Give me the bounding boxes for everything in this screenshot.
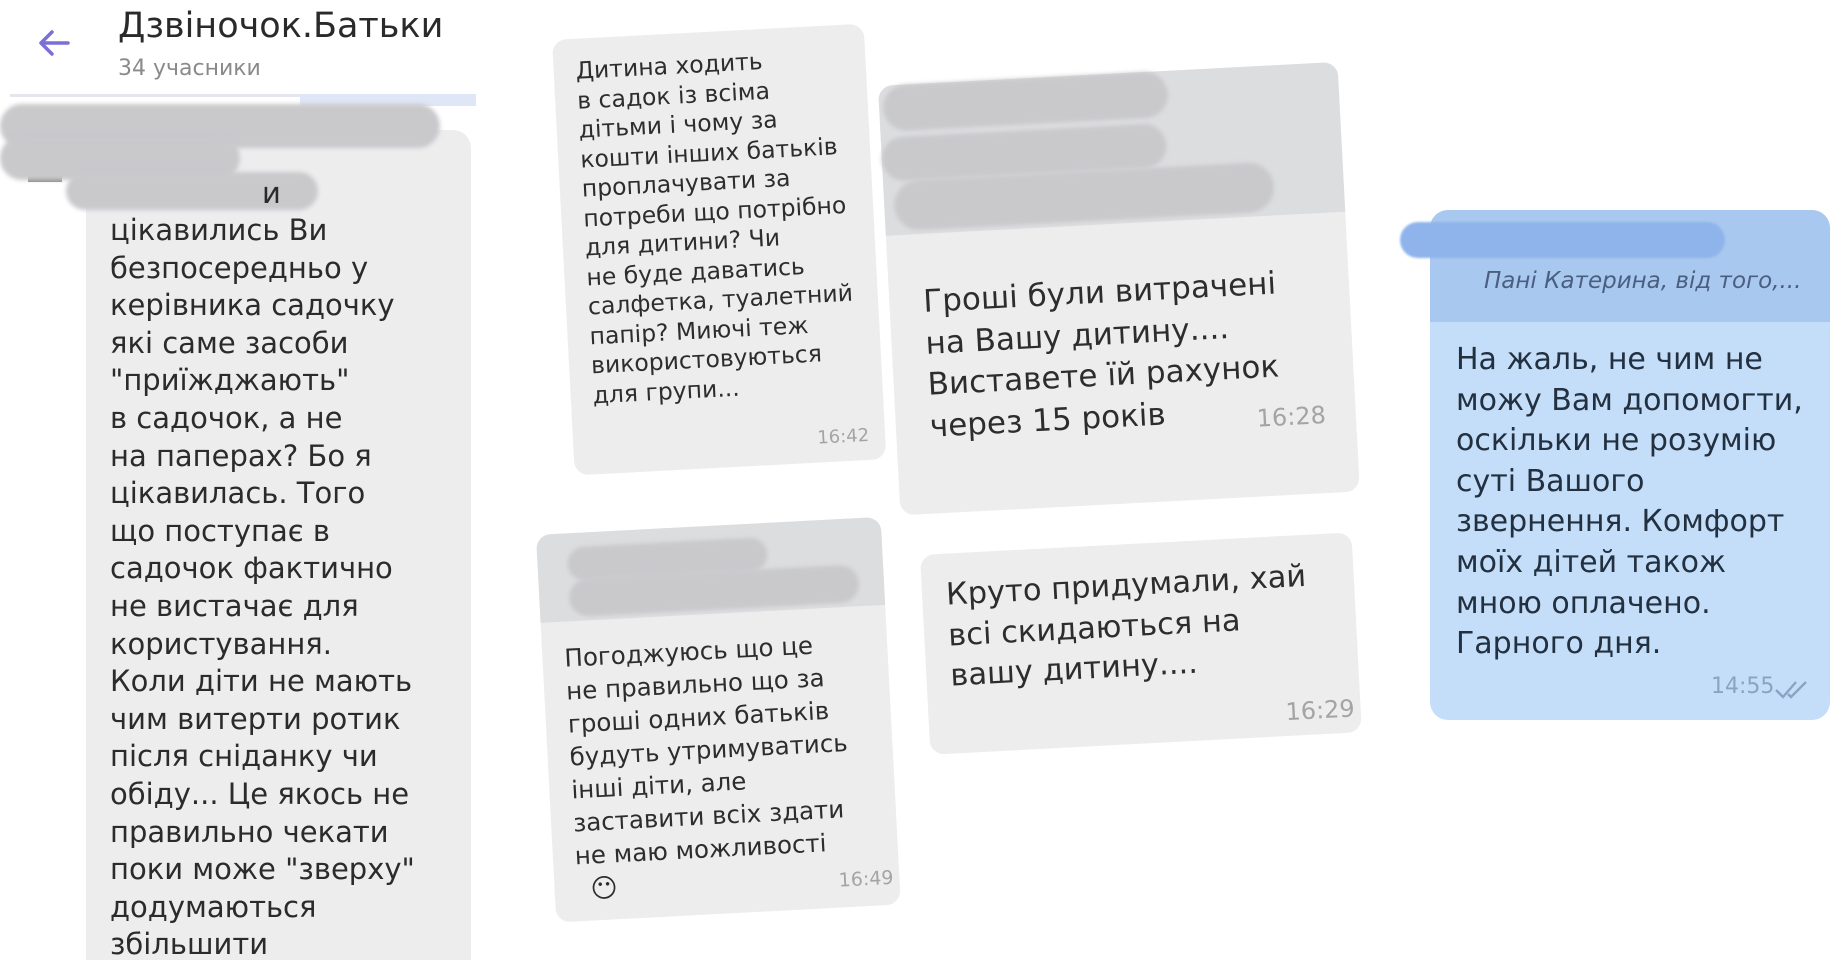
message-text: Погоджуюсь що це не правильно що за грош… [563,630,849,871]
double-check-icon [1775,681,1807,699]
message-time: 14:55 [1711,674,1775,699]
participants-count: 34 учасники [118,56,261,81]
message-time: 16:49 [838,866,895,892]
message-bubble-1628[interactable]: Гроші були витрачені на Вашу дитину.... … [878,61,1360,516]
message-bubble-1642[interactable]: Дитина ходить в садок із всіма дітьми і … [552,23,887,476]
neutral-face-emoji-icon: 😶 [589,873,619,905]
message-text: цікавились Ви безпосередньо у керівника … [110,213,415,960]
redacted-reply-author [1400,222,1725,258]
message-text: Круто придумали, хай всі скидаються на в… [945,558,1307,694]
chat-header: Дзвіночок.Батьки 34 учасники [0,0,480,106]
message-time: 16:42 [816,424,870,449]
message-time: 16:28 [1256,401,1327,433]
message-text-fragment: и [262,176,281,210]
reply-preview-text: Пані Катерина, від того,... [1484,268,1802,294]
message-bubble-1629[interactable]: Круто придумали, хай всі скидаються на в… [920,532,1362,755]
message-time: 16:29 [1284,694,1356,727]
chat-title[interactable]: Дзвіночок.Батьки [118,6,443,46]
message-bubble-1649[interactable]: Погоджуюсь що це не правильно що за грош… [536,516,901,923]
chat-screenshot-collage: Дзвіночок.Батьки 34 учасники и цікавилис… [0,0,1832,960]
back-arrow-icon[interactable] [30,18,80,68]
message-text: Дитина ходить в садок із всіма дітьми і … [574,47,854,409]
message-text: На жаль, не чим не можу Вам допомогти, о… [1456,342,1803,662]
